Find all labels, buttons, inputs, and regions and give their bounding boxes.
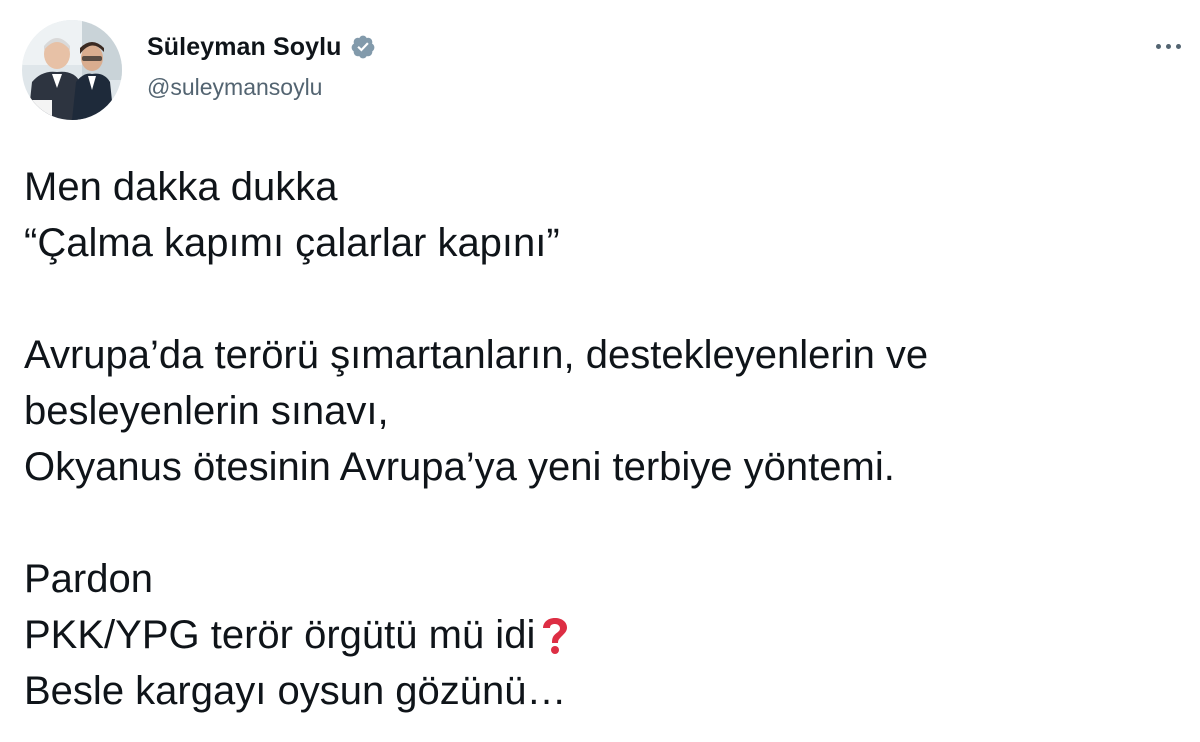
tweet-line: Men dakka dukka [24, 165, 338, 209]
verified-badge-icon [351, 35, 374, 59]
more-options-button[interactable] [1150, 30, 1186, 62]
author-handle[interactable]: @suleymansoylu [147, 74, 322, 101]
tweet-line: “Çalma kapımı çalarlar kapını” [24, 221, 560, 265]
tweet-line-with-emoji: PKK/YPG terör örgütü mü idi [24, 607, 1184, 663]
red-question-mark-icon [543, 618, 568, 654]
author-name-row: Süleyman Soylu [147, 30, 376, 64]
tweet-line: Pardon [24, 557, 153, 601]
tweet-card: Süleyman Soylu @suleymansoylu Men dakka … [0, 0, 1200, 742]
tweet-line: Okyanus ötesinin Avrupa’ya yeni terbiye … [24, 445, 895, 489]
avatar-photo-icon [22, 20, 122, 120]
more-dot-icon [1175, 43, 1181, 49]
tweet-line: besleyenlerin sınavı, [24, 389, 389, 433]
more-dot-icon [1155, 43, 1161, 49]
more-dot-icon [1165, 43, 1171, 49]
author-display-name[interactable]: Süleyman Soylu [147, 33, 342, 62]
tweet-line: PKK/YPG terör örgütü mü idi [24, 613, 536, 657]
author-avatar[interactable] [22, 20, 122, 120]
tweet-line: Besle kargayı oysun gözünü… [24, 669, 567, 713]
tweet-line: Avrupa’da terörü şımartanların, destekle… [24, 333, 929, 377]
tweet-text: Men dakka dukka “Çalma kapımı çalarlar k… [24, 159, 1184, 719]
